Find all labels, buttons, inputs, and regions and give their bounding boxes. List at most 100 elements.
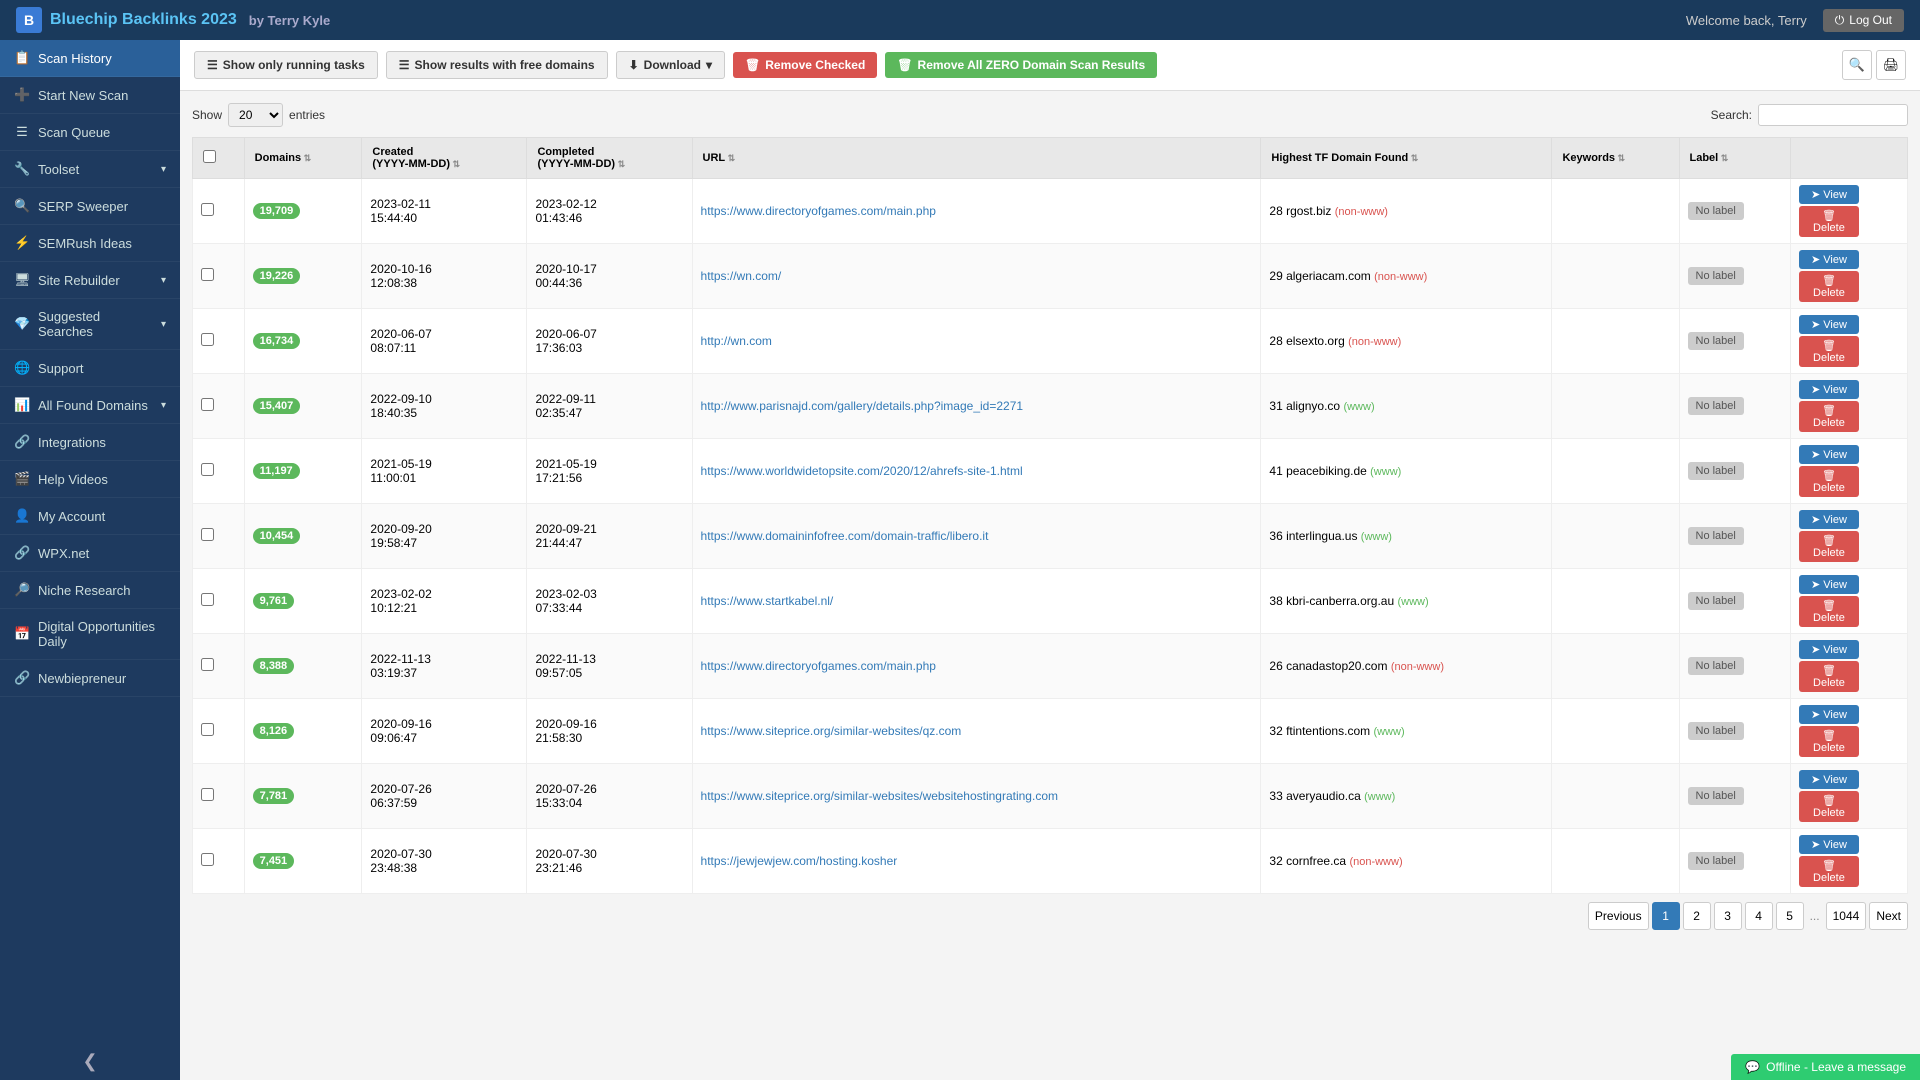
url-link[interactable]: https://www.siteprice.org/similar-websit… — [701, 724, 962, 738]
delete-button[interactable]: 🗑 Delete — [1799, 466, 1859, 497]
delete-button[interactable]: 🗑 Delete — [1799, 206, 1859, 237]
sidebar-item-scan-history[interactable]: 📋 Scan History — [0, 40, 180, 77]
view-button[interactable]: ➤ View — [1799, 185, 1859, 204]
label-button[interactable]: No label — [1688, 202, 1744, 220]
col-created[interactable]: Created(YYYY-MM-DD) — [362, 138, 527, 179]
page-button-3[interactable]: 3 — [1714, 902, 1742, 930]
row-checkbox[interactable] — [201, 593, 214, 606]
view-button[interactable]: ➤ View — [1799, 250, 1859, 269]
sidebar-item-site-rebuilder[interactable]: 🖥 Site Rebuilder ▾ — [0, 262, 180, 299]
sidebar-item-semrush-ideas[interactable]: ⚡ SEMRush Ideas — [0, 225, 180, 262]
col-label[interactable]: Label — [1679, 138, 1790, 179]
print-icon-btn[interactable]: 🖨 — [1876, 50, 1906, 80]
sidebar-item-suggested-searches[interactable]: 💎 Suggested Searches ▾ — [0, 299, 180, 350]
search-input[interactable] — [1758, 104, 1908, 126]
col-highest-tf[interactable]: Highest TF Domain Found — [1261, 138, 1552, 179]
delete-button[interactable]: 🗑 Delete — [1799, 271, 1859, 302]
view-button[interactable]: ➤ View — [1799, 445, 1859, 464]
show-free-domains-button[interactable]: ☰ Show results with free domains — [386, 51, 608, 79]
delete-button[interactable]: 🗑 Delete — [1799, 661, 1859, 692]
delete-button[interactable]: 🗑 Delete — [1799, 791, 1859, 822]
page-button-1044[interactable]: 1044 — [1826, 902, 1867, 930]
sidebar-item-integrations[interactable]: 🔗 Integrations — [0, 424, 180, 461]
sidebar-item-support[interactable]: 🌐 Support — [0, 350, 180, 387]
remove-checked-button[interactable]: 🗑 Remove Checked — [733, 52, 877, 78]
row-checkbox[interactable] — [201, 398, 214, 411]
url-link[interactable]: https://www.directoryofgames.com/main.ph… — [701, 204, 936, 218]
delete-button[interactable]: 🗑 Delete — [1799, 726, 1859, 757]
view-button[interactable]: ➤ View — [1799, 510, 1859, 529]
sidebar-item-help-videos[interactable]: 🎬 Help Videos — [0, 461, 180, 498]
view-button[interactable]: ➤ View — [1799, 705, 1859, 724]
row-checkbox[interactable] — [201, 463, 214, 476]
label-button[interactable]: No label — [1688, 722, 1744, 740]
delete-button[interactable]: 🗑 Delete — [1799, 401, 1859, 432]
delete-button[interactable]: 🗑 Delete — [1799, 856, 1859, 887]
row-checkbox[interactable] — [201, 203, 214, 216]
view-button[interactable]: ➤ View — [1799, 835, 1859, 854]
col-completed[interactable]: Completed(YYYY-MM-DD) — [527, 138, 692, 179]
url-link[interactable]: http://wn.com — [701, 334, 772, 348]
page-button-4[interactable]: 4 — [1745, 902, 1773, 930]
view-button[interactable]: ➤ View — [1799, 315, 1859, 334]
row-checkbox[interactable] — [201, 268, 214, 281]
col-keywords[interactable]: Keywords — [1552, 138, 1679, 179]
label-button[interactable]: No label — [1688, 332, 1744, 350]
url-link[interactable]: http://www.parisnajd.com/gallery/details… — [701, 399, 1024, 413]
label-button[interactable]: No label — [1688, 527, 1744, 545]
show-running-button[interactable]: ☰ Show only running tasks — [194, 51, 378, 79]
url-link[interactable]: https://www.domaininfofree.com/domain-tr… — [701, 529, 989, 543]
delete-button[interactable]: 🗑 Delete — [1799, 596, 1859, 627]
view-button[interactable]: ➤ View — [1799, 770, 1859, 789]
entries-select[interactable]: 10 20 50 100 — [228, 103, 283, 127]
label-button[interactable]: No label — [1688, 787, 1744, 805]
download-button[interactable]: ⬇ Download ▾ — [616, 51, 725, 79]
row-checkbox[interactable] — [201, 853, 214, 866]
sidebar-item-my-account[interactable]: 👤 My Account — [0, 498, 180, 535]
row-checkbox[interactable] — [201, 723, 214, 736]
chat-widget[interactable]: 💬 Offline - Leave a message — [1731, 1054, 1920, 1080]
sidebar-item-toolset[interactable]: 🔧 Toolset ▾ — [0, 151, 180, 188]
sidebar-item-niche-research[interactable]: 🔎 Niche Research — [0, 572, 180, 609]
url-link[interactable]: https://jewjewjew.com/hosting.kosher — [701, 854, 898, 868]
next-page-button[interactable]: Next — [1869, 902, 1908, 930]
view-button[interactable]: ➤ View — [1799, 380, 1859, 399]
sidebar-collapse-button[interactable]: ❮ — [0, 1043, 180, 1080]
row-checkbox[interactable] — [201, 788, 214, 801]
sidebar-item-serp-sweeper[interactable]: 🔍 SERP Sweeper — [0, 188, 180, 225]
row-checkbox[interactable] — [201, 333, 214, 346]
logout-button[interactable]: ⏻ Log Out — [1823, 9, 1904, 32]
search-icon-btn[interactable]: 🔍 — [1842, 50, 1872, 80]
row-checkbox[interactable] — [201, 528, 214, 541]
delete-button[interactable]: 🗑 Delete — [1799, 336, 1859, 367]
url-link[interactable]: https://www.startkabel.nl/ — [701, 594, 834, 608]
label-button[interactable]: No label — [1688, 397, 1744, 415]
page-button-1[interactable]: 1 — [1652, 902, 1680, 930]
url-link[interactable]: https://www.worldwidetopsite.com/2020/12… — [701, 464, 1023, 478]
select-all-checkbox[interactable] — [203, 150, 216, 163]
col-url[interactable]: URL — [692, 138, 1261, 179]
remove-all-zero-button[interactable]: 🗑 Remove All ZERO Domain Scan Results — [885, 52, 1157, 78]
label-button[interactable]: No label — [1688, 462, 1744, 480]
label-button[interactable]: No label — [1688, 852, 1744, 870]
view-button[interactable]: ➤ View — [1799, 640, 1859, 659]
prev-page-button[interactable]: Previous — [1588, 902, 1649, 930]
sidebar-item-start-new-scan[interactable]: ➕ Start New Scan — [0, 77, 180, 114]
delete-button[interactable]: 🗑 Delete — [1799, 531, 1859, 562]
url-link[interactable]: https://wn.com/ — [701, 269, 782, 283]
sidebar-item-scan-queue[interactable]: ☰ Scan Queue — [0, 114, 180, 151]
url-link[interactable]: https://www.siteprice.org/similar-websit… — [701, 789, 1058, 803]
page-button-5[interactable]: 5 — [1776, 902, 1804, 930]
sidebar-item-all-found-domains[interactable]: 📊 All Found Domains ▾ — [0, 387, 180, 424]
sidebar-item-newbiepreneur[interactable]: 🔗 Newbiepreneur — [0, 660, 180, 697]
view-button[interactable]: ➤ View — [1799, 575, 1859, 594]
col-domains[interactable]: Domains — [244, 138, 362, 179]
url-link[interactable]: https://www.directoryofgames.com/main.ph… — [701, 659, 936, 673]
label-button[interactable]: No label — [1688, 267, 1744, 285]
page-button-2[interactable]: 2 — [1683, 902, 1711, 930]
label-button[interactable]: No label — [1688, 592, 1744, 610]
sidebar-item-digital-opportunities[interactable]: 📅 Digital Opportunities Daily — [0, 609, 180, 660]
label-button[interactable]: No label — [1688, 657, 1744, 675]
sidebar-item-wpx-net[interactable]: 🔗 WPX.net — [0, 535, 180, 572]
row-checkbox[interactable] — [201, 658, 214, 671]
